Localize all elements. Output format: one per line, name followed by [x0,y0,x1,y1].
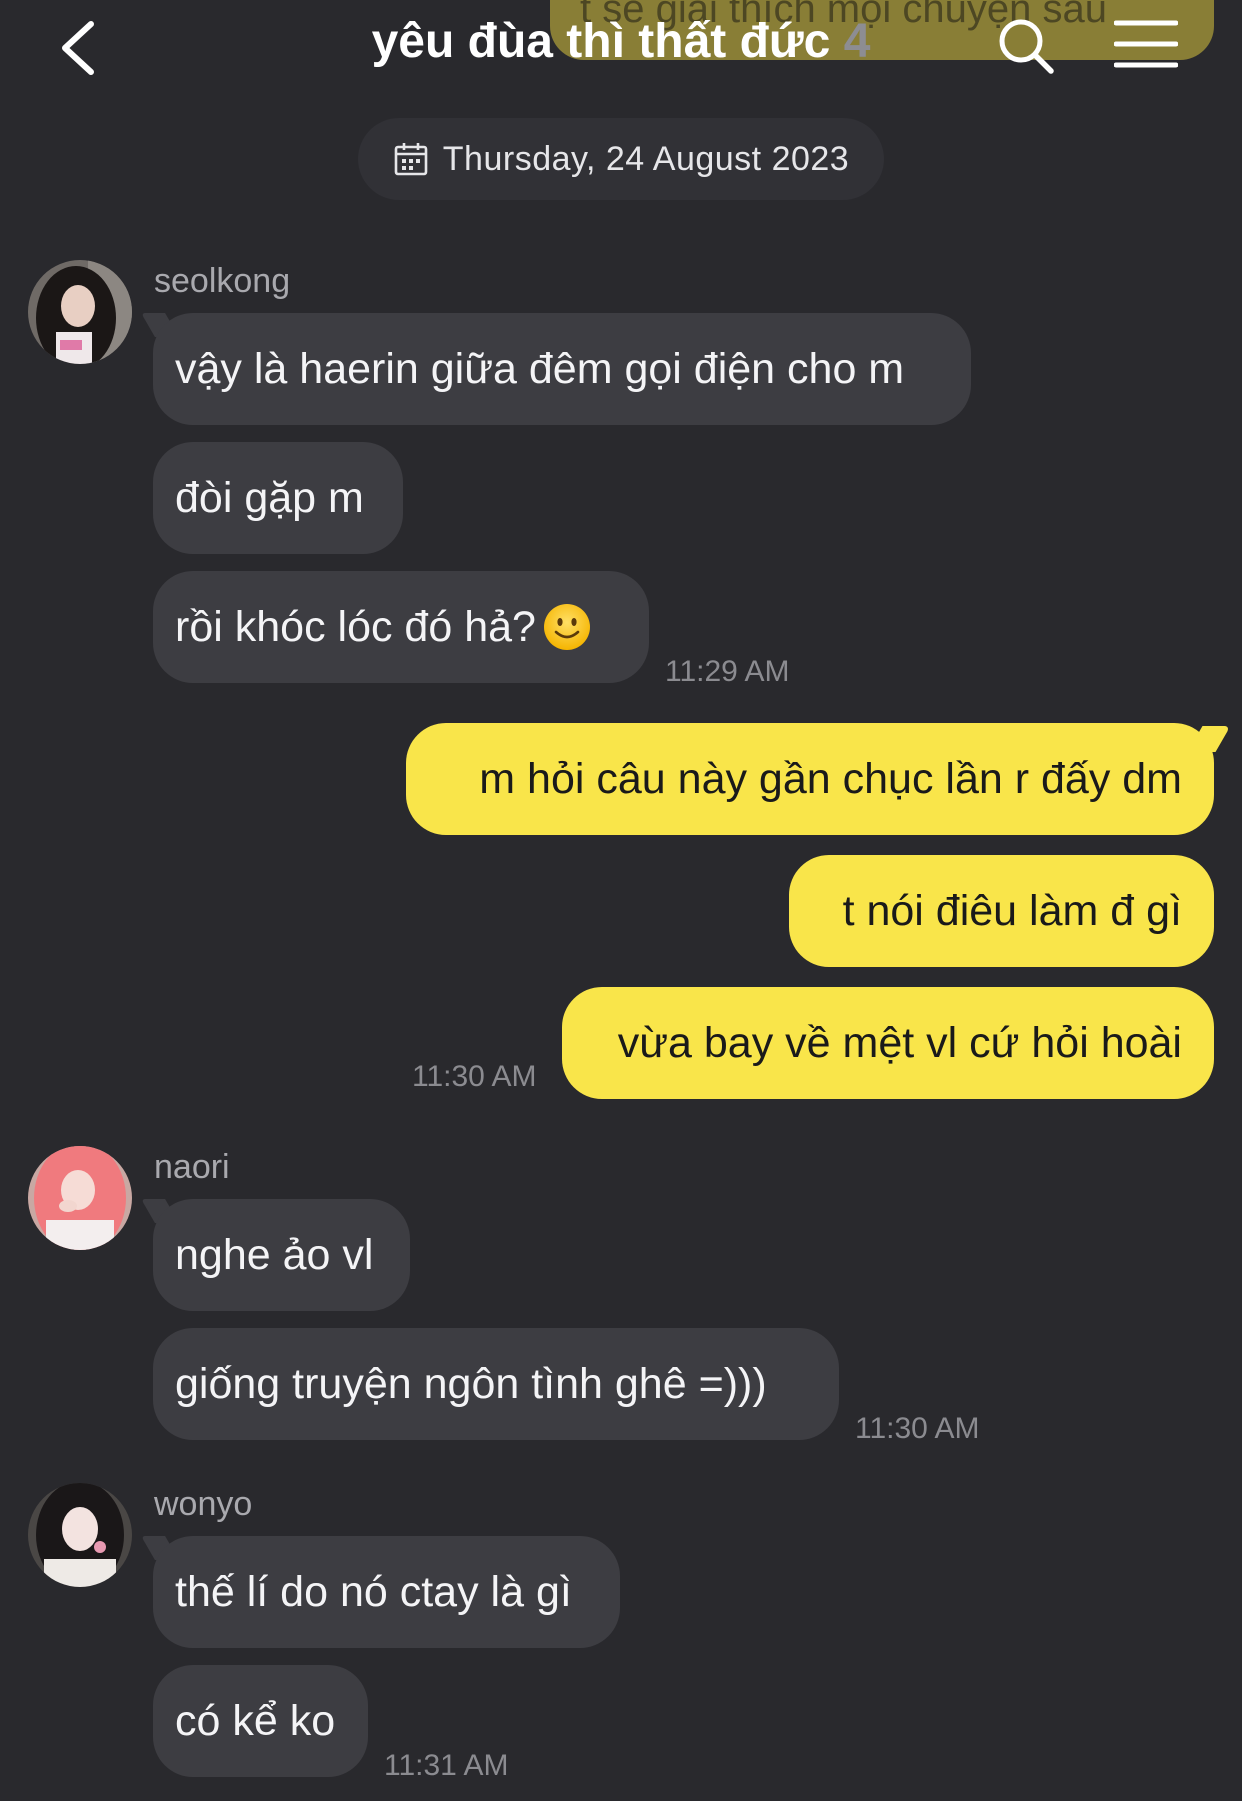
message-bubble-outgoing[interactable]: vừa bay về mệt vl cứ hỏi hoài [562,987,1214,1099]
message-timestamp: 11:31 AM [384,1749,509,1782]
chat-header: yêu đùa thì thất đức 4 [0,0,1242,100]
message-text: có kể ko [175,1696,336,1745]
message-bubble-incoming[interactable]: nghe ảo vl [153,1199,410,1311]
message-bubble-incoming[interactable]: giống truyện ngôn tình ghê =))) [153,1328,839,1440]
hamburger-menu-icon[interactable] [1114,18,1178,70]
date-divider: Thursday, 24 August 2023 [358,118,884,200]
sender-name: naori [154,1148,230,1186]
message-text: m hỏi câu này gần chục lần r đấy dm [479,754,1182,803]
avatar-seolkong-image [28,260,132,364]
message-bubble-incoming[interactable]: rồi khóc lóc đó hả? [153,571,649,683]
message-bubble-outgoing[interactable]: t nói điêu làm đ gì [789,855,1214,967]
sender-name: seolkong [154,262,291,300]
message-timestamp: 11:29 AM [665,655,790,688]
message-text: đòi gặp m [175,473,364,522]
message-bubble-incoming[interactable]: vậy là haerin giữa đêm gọi điện cho m [153,313,971,425]
calendar-icon [394,143,428,176]
message-bubble-incoming[interactable]: đòi gặp m [153,442,403,554]
avatar-seolkong[interactable] [28,260,132,364]
message-text: t nói điêu làm đ gì [842,886,1182,935]
member-count: 4 [843,15,871,68]
message-text: rồi khóc lóc đó hả? [175,602,536,651]
chat-title-text: yêu đùa thì thất đức [371,15,831,68]
avatar-naori-image [28,1146,132,1250]
avatar-naori[interactable] [28,1146,132,1250]
message-text: giống truyện ngôn tình ghê =))) [175,1359,767,1408]
message-text: thế lí do nó ctay là gì [175,1567,572,1616]
date-divider-text: Thursday, 24 August 2023 [442,139,850,178]
slightly-smiling-face-icon [543,604,590,650]
message-timestamp: 11:30 AM [412,1060,537,1093]
message-text: vừa bay về mệt vl cứ hỏi hoài [617,1018,1182,1067]
search-icon[interactable] [996,16,1056,76]
message-bubble-incoming[interactable]: thế lí do nó ctay là gì [153,1536,620,1648]
message-bubble-outgoing[interactable]: m hỏi câu này gần chục lần r đấy dm [406,723,1214,835]
avatar-wonyo[interactable] [28,1483,132,1587]
message-text: vậy là haerin giữa đêm gọi điện cho m [175,344,905,393]
message-bubble-incoming[interactable]: có kể ko [153,1665,368,1777]
message-timestamp: 11:30 AM [855,1412,980,1445]
avatar-wonyo-image [28,1483,132,1587]
message-text: nghe ảo vl [175,1230,374,1279]
sender-name: wonyo [154,1485,253,1523]
